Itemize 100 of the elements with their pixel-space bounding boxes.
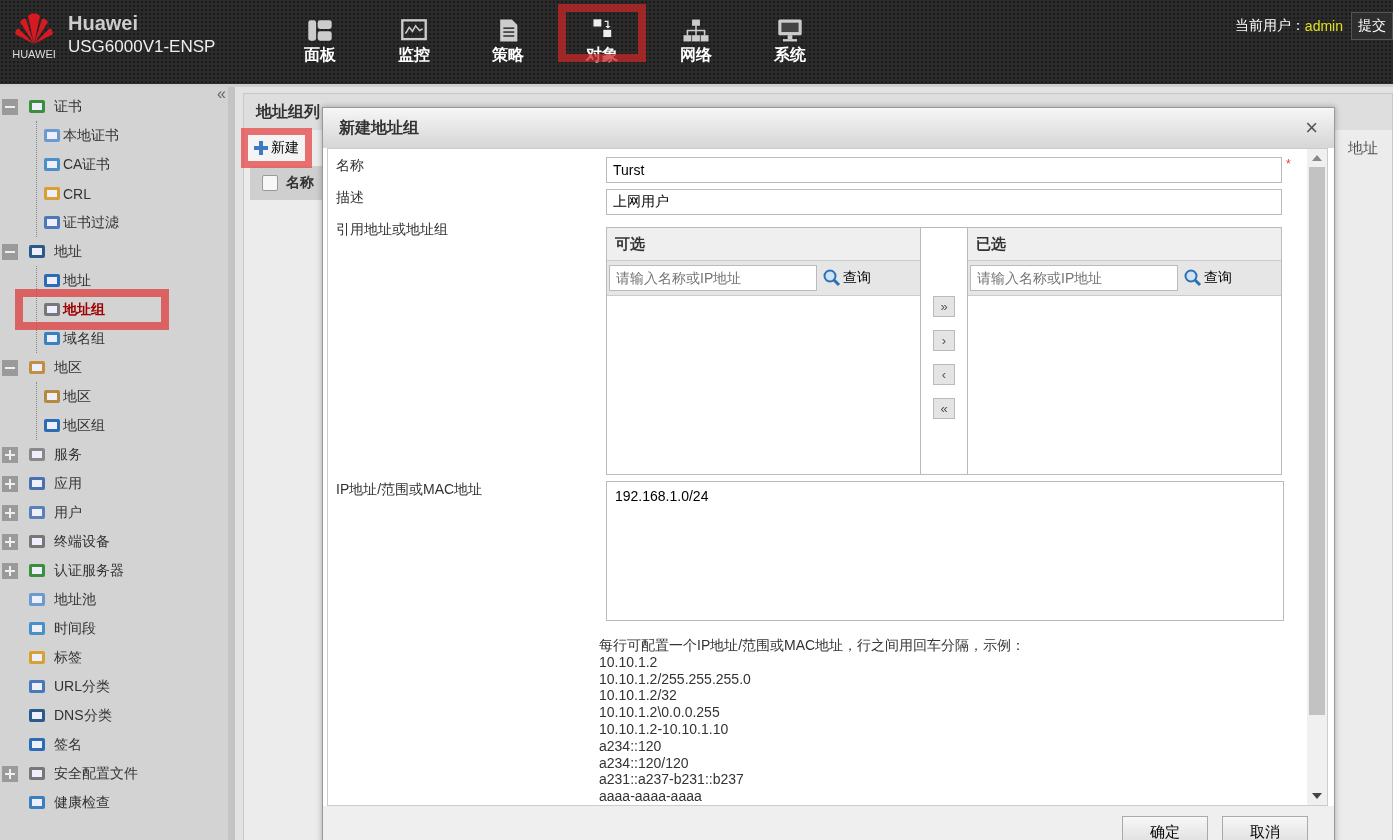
example-text: a231::a237-b231::b237 bbox=[599, 771, 745, 789]
expand-icon[interactable] bbox=[2, 765, 18, 782]
nav-tab[interactable]: 系统 bbox=[742, 0, 838, 66]
tree-node-icon bbox=[43, 126, 61, 145]
tree-item[interactable]: 地区组 bbox=[63, 416, 105, 435]
tree-node-icon bbox=[43, 300, 61, 319]
example-text: a234::120/120 bbox=[599, 754, 690, 772]
field-label: 引用地址或地址组 bbox=[335, 221, 449, 239]
tree-item[interactable]: 本地证书 bbox=[63, 126, 119, 145]
checkbox[interactable] bbox=[262, 175, 278, 191]
description-field[interactable]: 上网用户 bbox=[606, 189, 1282, 215]
search-icon bbox=[1184, 269, 1202, 287]
tree-item[interactable]: 用户 bbox=[54, 503, 82, 522]
move-button[interactable]: › bbox=[933, 330, 955, 351]
nav-tab[interactable]: 策略 bbox=[460, 0, 556, 66]
expand-icon[interactable] bbox=[2, 446, 18, 463]
tree-item[interactable]: 地址 bbox=[54, 242, 82, 261]
arrow-down-icon bbox=[1312, 793, 1322, 799]
tree-item[interactable]: CRL bbox=[63, 185, 91, 202]
tree-item[interactable]: 终端设备 bbox=[54, 532, 110, 551]
tree-node-icon bbox=[28, 503, 46, 522]
tree-node-icon bbox=[43, 213, 61, 232]
column-header: 地址 bbox=[1348, 138, 1378, 158]
example-text: a234::120 bbox=[599, 737, 663, 755]
tree-item[interactable]: DNS分类 bbox=[54, 706, 112, 725]
example-text: 10.10.1.2 bbox=[599, 653, 659, 671]
search-button[interactable]: 查询 bbox=[823, 269, 871, 287]
collapse-icon[interactable] bbox=[2, 359, 18, 376]
tree-node-icon bbox=[28, 561, 46, 580]
example-text: 10.10.1.2\0.0.0.255 bbox=[599, 704, 721, 721]
tree-node-icon bbox=[28, 677, 46, 696]
tree-node-icon bbox=[28, 242, 46, 261]
move-button[interactable]: « bbox=[933, 398, 955, 419]
tree-item[interactable]: 地区 bbox=[63, 387, 91, 406]
hint-text: 每行可配置一个IP地址/范围或MAC地址，行之间用回车分隔，示例： bbox=[599, 637, 1027, 654]
field-label: 名称 bbox=[335, 157, 365, 175]
scroll-thumb[interactable] bbox=[1309, 167, 1325, 715]
tree-item[interactable]: 应用 bbox=[54, 474, 82, 493]
nav-tab[interactable]: 对象 bbox=[554, 0, 650, 66]
tree-node-icon bbox=[28, 764, 46, 783]
search-field[interactable]: 请输入名称或IP地址 bbox=[609, 265, 817, 291]
tree-item[interactable]: 证书 bbox=[54, 97, 82, 116]
dialog-button[interactable]: 确定 bbox=[1122, 816, 1208, 840]
tree-node-icon bbox=[43, 184, 61, 203]
tree-item[interactable]: 地区 bbox=[54, 358, 82, 377]
tree-item[interactable]: 地址 bbox=[63, 271, 91, 290]
nav-tab[interactable]: 面板 bbox=[272, 0, 368, 66]
submit-button[interactable]: 提交 bbox=[1351, 12, 1393, 40]
tree-node-icon bbox=[43, 387, 61, 406]
example-text: aaaa-aaaa-aaaa bbox=[599, 788, 703, 805]
name-field[interactable]: Turst bbox=[606, 157, 1282, 183]
search-icon bbox=[823, 269, 841, 287]
expand-icon[interactable] bbox=[2, 475, 18, 492]
expand-icon[interactable] bbox=[2, 533, 18, 550]
collapse-icon[interactable] bbox=[2, 243, 18, 260]
tree-item[interactable]: 证书过滤 bbox=[63, 213, 119, 232]
tree-item[interactable]: CA证书 bbox=[63, 155, 111, 174]
tree-item[interactable]: 地址组 bbox=[63, 300, 105, 319]
tree-node-icon bbox=[28, 735, 46, 754]
move-button[interactable]: ‹ bbox=[933, 364, 955, 385]
tree-node-icon bbox=[28, 706, 46, 725]
scrollbar[interactable] bbox=[1307, 149, 1327, 805]
petal-logo-icon bbox=[14, 10, 54, 46]
collapse-handle[interactable]: « bbox=[217, 85, 226, 103]
tree-item[interactable]: 签名 bbox=[54, 735, 82, 754]
tree-item[interactable]: 地址池 bbox=[54, 590, 96, 609]
tree-item[interactable]: URL分类 bbox=[54, 677, 110, 696]
tree-node-icon bbox=[28, 97, 46, 116]
expand-icon[interactable] bbox=[2, 504, 18, 521]
tree-node-icon bbox=[28, 590, 46, 609]
nav-tab[interactable]: 监控 bbox=[366, 0, 462, 66]
example-text: 10.10.1.2/32 bbox=[599, 687, 678, 705]
tree-item[interactable]: 认证服务器 bbox=[54, 561, 124, 580]
close-button[interactable]: × bbox=[1305, 115, 1318, 141]
collapse-icon[interactable] bbox=[2, 98, 18, 115]
tree-item[interactable]: 域名组 bbox=[63, 329, 105, 348]
required-mark: * bbox=[1286, 157, 1291, 171]
expand-icon[interactable] bbox=[2, 562, 18, 579]
search-button[interactable]: 查询 bbox=[1184, 269, 1232, 287]
field-label: 描述 bbox=[335, 189, 365, 207]
tree-node-icon bbox=[28, 619, 46, 638]
dialog-button[interactable]: 取消 bbox=[1222, 816, 1308, 840]
tree-item[interactable]: 服务 bbox=[54, 445, 82, 464]
tree-item[interactable]: 健康检查 bbox=[54, 793, 110, 812]
list-title: 可选 bbox=[615, 234, 645, 254]
tree-node-icon bbox=[28, 474, 46, 493]
user-name: admin bbox=[1304, 18, 1343, 34]
dialog-title: 新建地址组 bbox=[339, 117, 419, 138]
tree-item[interactable]: 时间段 bbox=[54, 619, 96, 638]
logo-text: HUAWEI bbox=[12, 48, 56, 60]
nav-tab[interactable]: 网络 bbox=[648, 0, 744, 66]
example-text: 10.10.1.2-10.10.1.10 bbox=[599, 721, 730, 738]
tree-item[interactable]: 安全配置文件 bbox=[54, 764, 138, 783]
tree-node-icon bbox=[28, 793, 46, 812]
move-button[interactable]: » bbox=[933, 296, 955, 317]
search-field[interactable]: 请输入名称或IP地址 bbox=[970, 265, 1178, 291]
tree-item[interactable]: 标签 bbox=[54, 648, 82, 667]
address-field[interactable]: 192.168.1.0/24 bbox=[606, 481, 1284, 621]
field-label: IP地址/范围或MAC地址 bbox=[335, 481, 484, 499]
plus-icon bbox=[254, 141, 268, 155]
